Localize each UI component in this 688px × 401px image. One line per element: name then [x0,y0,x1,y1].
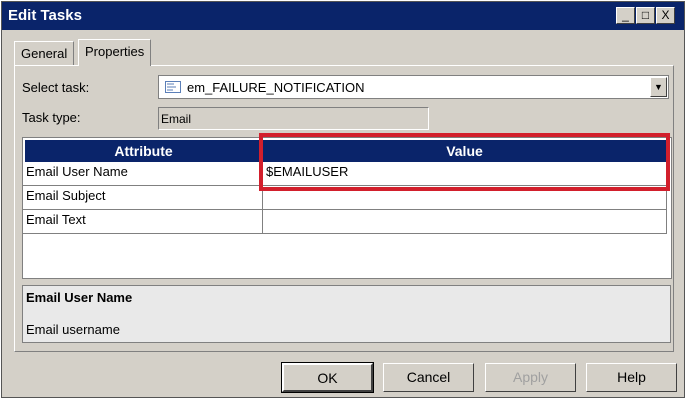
maximize-button[interactable]: □ [636,7,655,24]
tab-general[interactable]: General [14,41,75,65]
description-box: Email User Name Email username [22,285,671,343]
select-task-value: em_FAILURE_NOTIFICATION [187,80,365,95]
minimize-button[interactable]: _ [616,7,635,24]
help-button[interactable]: Help [586,363,677,392]
window-title: Edit Tasks [8,7,82,24]
attribute-cell[interactable]: Email Subject [23,186,263,210]
description-text: Email username [26,322,120,337]
task-type-field: Email [158,107,429,130]
attribute-cell[interactable]: Email User Name [23,162,263,186]
column-header-attribute[interactable]: Attribute [25,140,263,162]
edit-tasks-dialog: Edit Tasks _ □ X General Properties Sele… [1,1,685,398]
title-bar[interactable]: Edit Tasks _ □ X [2,2,684,30]
select-task-dropdown[interactable]: em_FAILURE_NOTIFICATION ▼ [158,75,669,99]
minimize-icon: _ [622,8,629,22]
select-task-label: Select task: [22,80,90,95]
maximize-icon: □ [641,8,650,22]
apply-button[interactable]: Apply [485,363,576,392]
chevron-down-icon[interactable]: ▼ [650,77,667,97]
task-type-label: Task type: [22,110,81,125]
value-highlight-box [259,133,670,191]
ok-button[interactable]: OK [281,362,374,393]
email-task-icon [165,81,181,93]
tab-properties[interactable]: Properties [78,39,152,66]
attribute-cell[interactable]: Email Text [23,210,263,234]
tab-properties-label: Properties [85,44,145,59]
description-title: Email User Name [26,290,133,305]
value-cell[interactable] [263,210,667,234]
tab-general-label: General [21,46,68,61]
close-icon: X [661,8,670,22]
close-button[interactable]: X [656,7,675,24]
cancel-button[interactable]: Cancel [383,363,474,392]
